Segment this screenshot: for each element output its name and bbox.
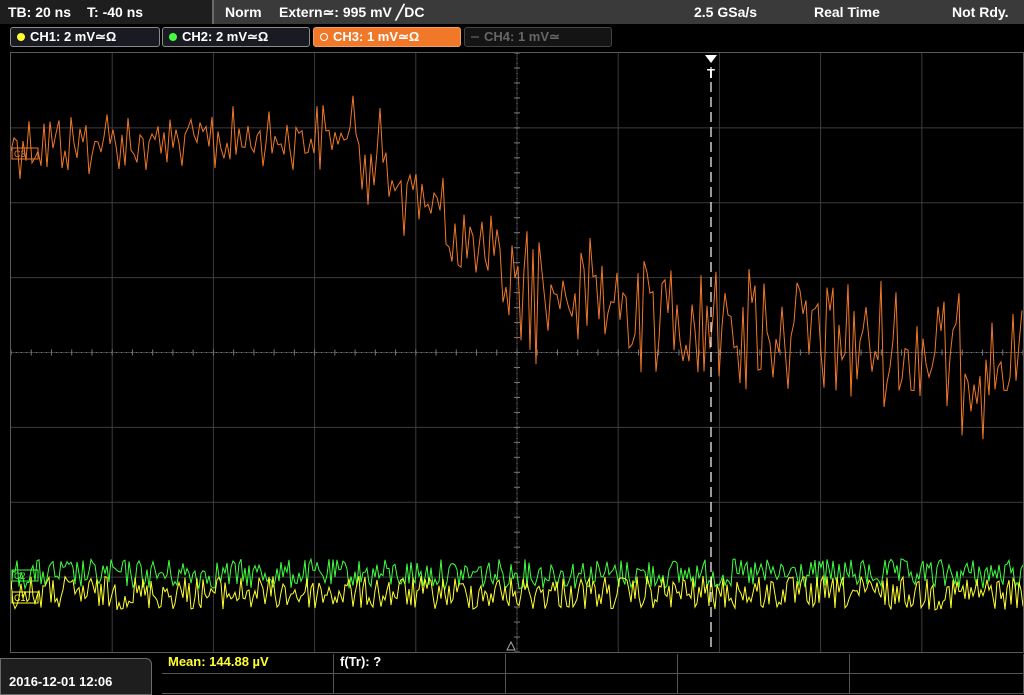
channel-3-indicator-icon — [320, 33, 328, 41]
measurement-cell[interactable] — [850, 674, 1024, 694]
channel-3-label: CH3: 1 mV≃Ω — [333, 29, 420, 44]
timebase-value: TB: 20 ns — [8, 4, 72, 20]
channel-4-indicator-icon — [471, 36, 479, 38]
mean-measurement: Mean: 144.88 µV — [168, 654, 269, 669]
channel-bar: CH1: 2 mV≃Ω CH2: 2 mV≃Ω CH3: 1 mV≃Ω CH4:… — [0, 25, 1024, 49]
measurement-cell[interactable] — [334, 674, 506, 694]
measurement-cell[interactable] — [678, 654, 850, 674]
waveform-display[interactable]: T C3 C2 C1 — [10, 52, 1024, 653]
measurement-cell[interactable] — [506, 674, 678, 694]
channel-3-button[interactable]: CH3: 1 mV≃Ω — [313, 27, 461, 47]
channel-1-label: CH1: 2 mV≃Ω — [30, 29, 117, 44]
measurement-cell[interactable] — [678, 674, 850, 694]
date-time-text: 2016-12-01 12:06 — [9, 674, 113, 689]
status-bar: TB: 20 ns T: -40 ns Norm Extern≃: 995 mV… — [0, 0, 1024, 24]
channel-2-button[interactable]: CH2: 2 mV≃Ω — [162, 27, 310, 47]
date-time-display: 2016-12-01 12:06 — [0, 658, 152, 695]
trigger-offset-value: T: -40 ns — [87, 4, 144, 20]
trigger-source: Extern≃: 995 mV ╱DC — [279, 4, 425, 20]
channel-4-button[interactable]: CH4: 1 mV≃ — [464, 27, 612, 47]
measurement-cell[interactable]: Mean: 144.88 µV — [162, 654, 334, 674]
channel-1-button[interactable]: CH1: 2 mV≃Ω — [10, 27, 160, 47]
measurement-cell[interactable] — [162, 674, 334, 694]
channel-1-indicator-icon — [17, 33, 25, 41]
trigger-arrow-icon[interactable] — [705, 55, 717, 63]
channel-3-ref-label: C3 — [14, 149, 26, 159]
channel-1-ref-label: C1 — [14, 593, 26, 603]
acquisition-status: Not Rdy. — [952, 4, 1009, 20]
measurement-bar: 2016-12-01 12:06 Mean: 144.88 µV f(Tr): … — [0, 654, 1024, 695]
measurement-cell[interactable] — [506, 654, 678, 674]
acquisition-panel[interactable]: Norm Extern≃: 995 mV ╱DC 2.5 GSa/s Real … — [216, 0, 1024, 24]
timebase-panel[interactable]: TB: 20 ns T: -40 ns — [0, 0, 214, 24]
trigger-frequency-measurement: f(Tr): ? — [340, 654, 382, 669]
waveform-canvas[interactable]: T C3 C2 C1 — [10, 52, 1024, 653]
measurement-table[interactable]: Mean: 144.88 µV f(Tr): ? — [162, 654, 1024, 695]
channel-4-label: CH4: 1 mV≃ — [484, 29, 560, 44]
measurement-cell[interactable] — [850, 654, 1024, 674]
channel-2-ref-label: C2 — [14, 571, 26, 581]
trigger-marker: T — [707, 66, 715, 81]
channel-2-label: CH2: 2 mV≃Ω — [182, 29, 269, 44]
horizontal-position-icon[interactable] — [506, 640, 516, 651]
sample-rate: 2.5 GSa/s — [694, 4, 758, 20]
acquisition-mode: Real Time — [814, 4, 880, 20]
channel-2-indicator-icon — [169, 33, 177, 41]
measurement-cell[interactable]: f(Tr): ? — [334, 654, 506, 674]
trigger-mode: Norm — [225, 4, 262, 20]
